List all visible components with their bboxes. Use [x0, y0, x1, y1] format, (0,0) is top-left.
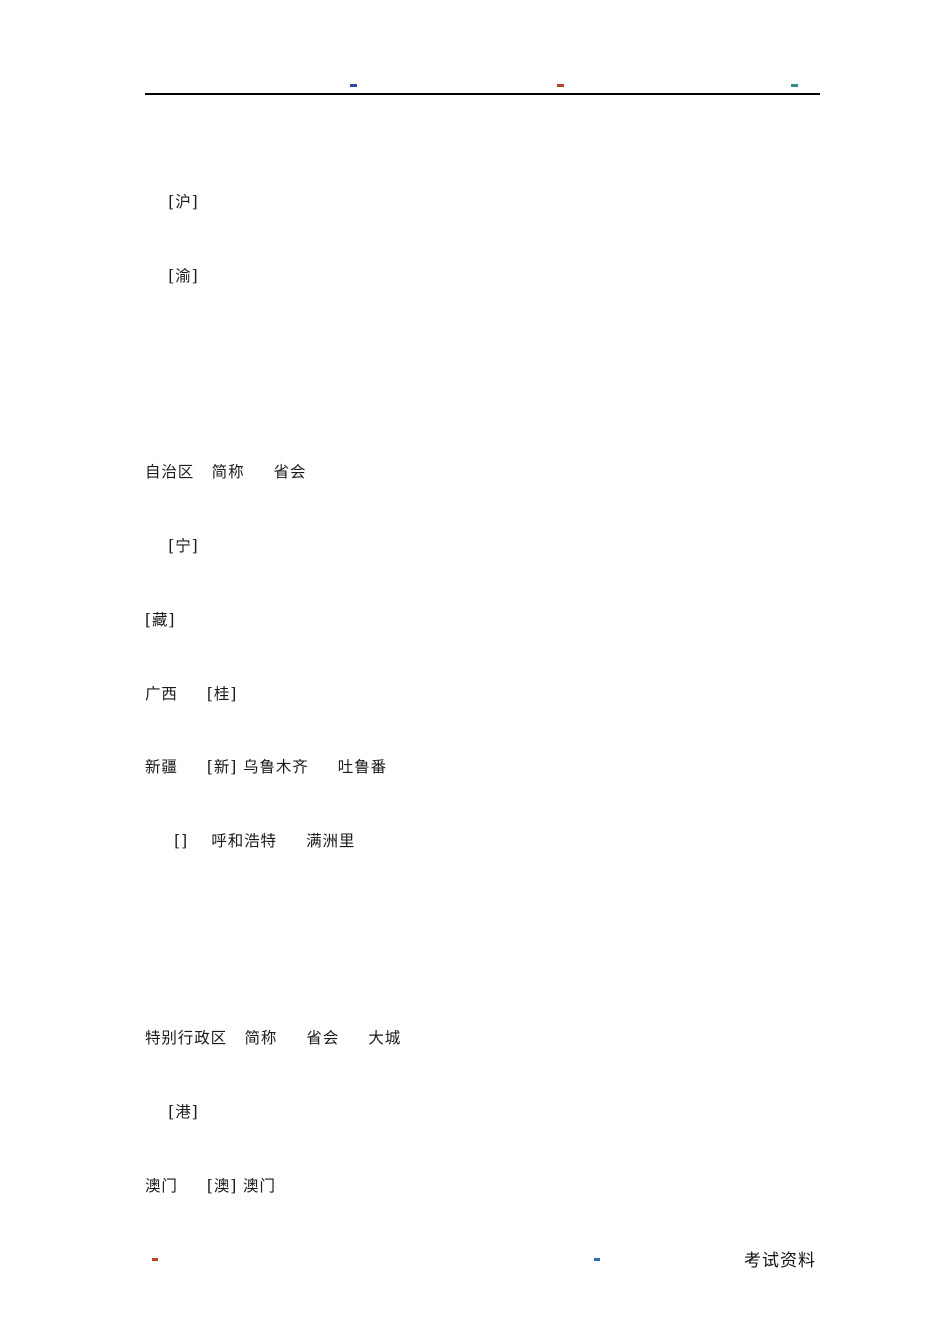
header-mark-3: [791, 84, 798, 87]
header-rule: [145, 93, 820, 95]
special-region-row: 澳门 [澳] 澳门: [145, 1176, 276, 1195]
special-regions-header: 特别行政区 简称 省会 大城: [145, 1028, 402, 1047]
document-body: [沪] [渝] 自治区 简称 省会 [宁] [藏] 广西 [桂] 新疆 [新] …: [145, 116, 845, 1337]
special-region-row: [港]: [145, 1102, 199, 1121]
document-page: [沪] [渝] 自治区 简称 省会 [宁] [藏] 广西 [桂] 新疆 [新] …: [0, 0, 945, 1337]
footer-marks: [150, 1258, 820, 1266]
autonomous-region-row: [宁]: [145, 537, 199, 556]
header-mark-1: [350, 84, 357, 87]
municipality-row: [沪]: [145, 192, 199, 211]
autonomous-region-row: [藏]: [145, 610, 176, 629]
footer-mark-2: [594, 1258, 600, 1261]
header-mark-2: [557, 84, 564, 87]
footer-mark-1: [152, 1258, 158, 1261]
autonomous-regions-header: 自治区 简称 省会: [145, 463, 307, 482]
footer-watermark: 考试资料: [744, 1251, 816, 1271]
autonomous-region-row: 新疆 [新] 乌鲁木齐 吐鲁番: [145, 758, 387, 777]
autonomous-region-row: [] 呼和浩特 满洲里: [145, 832, 356, 851]
municipality-row: [渝]: [145, 266, 199, 285]
autonomous-region-row: 广西 [桂]: [145, 684, 238, 703]
